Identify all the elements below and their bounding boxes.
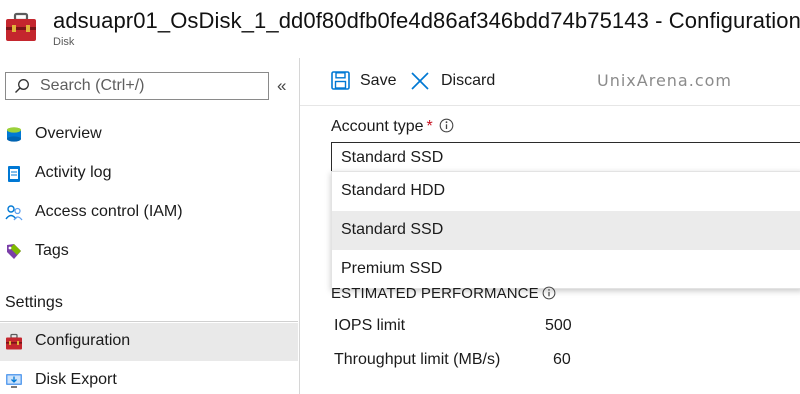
sidebar-item-access-control[interactable]: Access control (IAM) xyxy=(0,194,298,232)
disk-overview-icon xyxy=(7,127,21,142)
search-input[interactable] xyxy=(40,76,260,96)
toolbox-icon xyxy=(6,333,22,350)
discard-label: Discard xyxy=(441,72,496,89)
estimated-performance-heading: ESTIMATED PERFORMANCE xyxy=(331,285,556,302)
sidebar-item-label: Tags xyxy=(35,242,69,259)
sidebar: « Overview Activity log Access control (… xyxy=(0,58,300,394)
sidebar-item-label: Configuration xyxy=(35,332,131,349)
sidebar-item-disk-export[interactable]: Disk Export xyxy=(0,362,298,394)
tag-icon xyxy=(7,244,21,259)
account-type-select[interactable]: Standard SSD xyxy=(331,142,800,172)
save-button[interactable]: Save xyxy=(331,70,397,92)
toolbar-divider xyxy=(300,105,800,106)
section-divider xyxy=(0,321,298,322)
throughput-limit-label: Throughput limit (MB/s) xyxy=(334,351,501,368)
search-box[interactable] xyxy=(5,72,269,100)
page-title: adsuapr01_OsDisk_1_dd0f80dfb0fe4d86af346… xyxy=(53,8,800,33)
account-type-label: Account type * xyxy=(331,118,454,136)
save-label: Save xyxy=(360,72,397,89)
info-icon[interactable] xyxy=(542,286,556,300)
throughput-limit-value: 60 xyxy=(553,351,571,368)
discard-button[interactable]: Discard xyxy=(410,70,500,92)
dropdown-option-standard-hdd[interactable]: Standard HDD xyxy=(332,172,800,211)
dropdown-option-standard-ssd[interactable]: Standard SSD xyxy=(332,211,800,250)
sidebar-item-configuration[interactable]: Configuration xyxy=(0,323,298,361)
option-label: Premium SSD xyxy=(341,260,443,277)
sidebar-item-activity-log[interactable]: Activity log xyxy=(0,155,298,193)
search-icon xyxy=(15,79,29,93)
option-label: Standard HDD xyxy=(341,182,446,199)
watermark-text: UnixArena.com xyxy=(597,71,732,90)
people-icon xyxy=(5,205,23,221)
iops-limit-value: 500 xyxy=(545,317,572,334)
command-bar: Save Discard UnixArena.com xyxy=(300,58,800,102)
sidebar-item-label: Activity log xyxy=(35,164,112,181)
close-icon xyxy=(411,72,429,90)
sidebar-item-label: Overview xyxy=(35,125,102,142)
activity-log-icon xyxy=(8,166,20,182)
iops-limit-label: IOPS limit xyxy=(334,317,406,334)
required-marker: * xyxy=(426,118,433,135)
sidebar-item-tags[interactable]: Tags xyxy=(0,233,298,271)
option-label: Standard SSD xyxy=(341,221,444,238)
blade-header: adsuapr01_OsDisk_1_dd0f80dfb0fe4d86af346… xyxy=(0,0,800,58)
estimated-performance-title: ESTIMATED PERFORMANCE xyxy=(331,285,539,302)
account-type-label-text: Account type xyxy=(331,118,424,135)
account-type-dropdown-list: Standard HDD Standard SSD Premium SSD xyxy=(331,171,800,289)
collapse-sidebar-button[interactable]: « xyxy=(277,76,286,96)
save-icon xyxy=(331,71,350,90)
info-icon[interactable] xyxy=(439,118,454,133)
sidebar-item-label: Access control (IAM) xyxy=(35,203,183,220)
sidebar-section-settings: Settings xyxy=(5,294,63,311)
sidebar-item-overview[interactable]: Overview xyxy=(0,116,298,154)
sidebar-item-label: Disk Export xyxy=(35,371,117,388)
dropdown-option-premium-ssd[interactable]: Premium SSD xyxy=(332,250,800,289)
monitor-export-icon xyxy=(6,374,22,388)
page-subtitle: Disk xyxy=(53,36,75,48)
toolbox-icon xyxy=(6,12,36,41)
account-type-selected-value: Standard SSD xyxy=(341,149,444,166)
main-content: Save Discard UnixArena.com Account type *… xyxy=(300,58,800,394)
